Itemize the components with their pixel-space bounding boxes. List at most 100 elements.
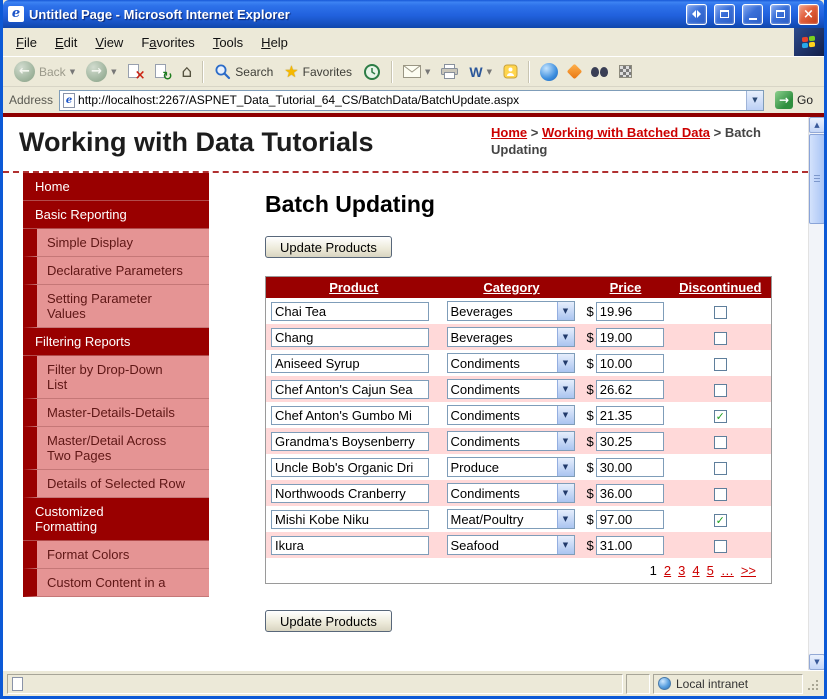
category-select[interactable]: Beverages ▼: [446, 327, 575, 347]
discontinued-checkbox[interactable]: [713, 357, 727, 371]
pager-link-2[interactable]: 2: [664, 563, 671, 578]
vertical-scrollbar[interactable]: ▲ ▼: [808, 117, 824, 670]
history-button[interactable]: [358, 58, 386, 85]
sidebar-item-simple-display[interactable]: Simple Display: [23, 229, 209, 257]
sphere-button[interactable]: [535, 58, 563, 85]
product-input[interactable]: [271, 535, 429, 555]
grid-button[interactable]: [614, 58, 637, 85]
maximize-button[interactable]: [770, 3, 791, 25]
pager-link-next[interactable]: …: [721, 563, 734, 578]
update-products-button-bottom[interactable]: Update Products: [265, 610, 392, 632]
column-header-discontinued[interactable]: Discontinued: [669, 276, 772, 298]
column-header-category[interactable]: Category: [441, 276, 582, 298]
title-bar[interactable]: e Untitled Page - Microsoft Internet Exp…: [3, 0, 824, 28]
breadcrumb-link-home[interactable]: Home: [491, 125, 527, 140]
sidebar-item-declarative-parameters[interactable]: Declarative Parameters: [23, 257, 209, 285]
product-input[interactable]: [271, 405, 429, 425]
price-input[interactable]: [595, 353, 664, 373]
discontinued-checkbox[interactable]: ✓: [713, 513, 727, 527]
menu-item-file[interactable]: File: [7, 30, 46, 55]
discontinued-checkbox[interactable]: [713, 487, 727, 501]
menu-item-tools[interactable]: Tools: [204, 30, 252, 55]
sidebar-item-basic-reporting[interactable]: Basic Reporting: [23, 201, 209, 229]
product-input[interactable]: [271, 483, 429, 503]
category-select[interactable]: Condiments ▼: [446, 353, 575, 373]
diamond-button[interactable]: [564, 58, 585, 85]
price-input[interactable]: [595, 431, 664, 451]
edit-button[interactable]: W ▼: [464, 58, 497, 85]
sidebar-item-setting-parameter-values[interactable]: Setting Parameter Values: [23, 285, 209, 328]
price-input[interactable]: [595, 301, 664, 321]
pager-link-3[interactable]: 3: [678, 563, 685, 578]
scroll-up-button[interactable]: ▲: [809, 117, 824, 133]
sidebar-item-filtering-reports[interactable]: Filtering Reports: [23, 328, 209, 356]
discontinued-checkbox[interactable]: [713, 461, 727, 475]
product-input[interactable]: [271, 457, 429, 477]
sidebar-item-master-details-details[interactable]: Master-Details-Details: [23, 399, 209, 427]
product-input[interactable]: [271, 379, 429, 399]
category-select[interactable]: Condiments ▼: [446, 483, 575, 503]
home-button[interactable]: ⌂: [176, 58, 197, 85]
discontinued-checkbox[interactable]: [713, 539, 727, 553]
discontinued-checkbox[interactable]: [713, 331, 727, 345]
menu-item-favorites[interactable]: Favorites: [132, 30, 203, 55]
price-input[interactable]: [595, 509, 664, 529]
product-input[interactable]: [271, 509, 429, 529]
category-select[interactable]: Meat/Poultry ▼: [446, 509, 575, 529]
product-input[interactable]: [271, 327, 429, 347]
ie-page-icon[interactable]: e: [8, 6, 24, 22]
sidebar-item-home[interactable]: Home: [23, 173, 209, 201]
sidebar-item-master-detail-across-two-pages[interactable]: Master/Detail Across Two Pages: [23, 427, 209, 470]
pager-link-next[interactable]: >>: [741, 563, 756, 578]
update-products-button-top[interactable]: Update Products: [265, 236, 392, 258]
refresh-button[interactable]: ↻: [149, 58, 175, 85]
scroll-down-button[interactable]: ▼: [809, 654, 824, 670]
product-input[interactable]: [271, 353, 429, 373]
address-dropdown-button[interactable]: ▼: [745, 90, 763, 110]
sidebar-item-format-colors[interactable]: Format Colors: [23, 541, 209, 569]
price-input[interactable]: [595, 379, 664, 399]
category-select[interactable]: Beverages ▼: [446, 301, 575, 321]
favorites-button[interactable]: ★ Favorites: [279, 58, 357, 85]
breadcrumb-link-working-with-batched-data[interactable]: Working with Batched Data: [542, 125, 710, 140]
sidebar-item-customized-formatting[interactable]: Customized Formatting: [23, 498, 209, 541]
price-input[interactable]: [595, 483, 664, 503]
product-input[interactable]: [271, 431, 429, 451]
category-select[interactable]: Condiments ▼: [446, 431, 575, 451]
minimize-button[interactable]: [742, 3, 763, 25]
discontinued-checkbox[interactable]: [713, 383, 727, 397]
back-button[interactable]: ← Back ▼: [9, 58, 80, 85]
column-header-price[interactable]: Price: [581, 276, 670, 298]
sidebar-item-custom-content-in-a[interactable]: Custom Content in a: [23, 569, 209, 597]
menu-item-help[interactable]: Help: [252, 30, 297, 55]
pan-arrows-button[interactable]: [686, 3, 707, 25]
close-button[interactable]: ×: [798, 3, 819, 25]
category-select[interactable]: Produce ▼: [446, 457, 575, 477]
pager-link-5[interactable]: 5: [707, 563, 714, 578]
stop-button[interactable]: ×: [122, 58, 148, 85]
mail-button[interactable]: ▼: [398, 58, 435, 85]
category-select[interactable]: Seafood ▼: [446, 535, 575, 555]
print-button[interactable]: [436, 58, 463, 85]
price-input[interactable]: [595, 405, 664, 425]
price-input[interactable]: [595, 535, 664, 555]
product-input[interactable]: [271, 301, 429, 321]
category-select[interactable]: Condiments ▼: [446, 379, 575, 399]
fullscreen-button[interactable]: [714, 3, 735, 25]
discontinued-checkbox[interactable]: [713, 305, 727, 319]
messenger-button[interactable]: [498, 58, 523, 85]
go-button[interactable]: → Go: [770, 90, 818, 110]
sidebar-item-filter-by-drop-down-list[interactable]: Filter by Drop-Down List: [23, 356, 209, 399]
pager-link-4[interactable]: 4: [692, 563, 699, 578]
search-button[interactable]: Search: [209, 58, 278, 85]
address-input[interactable]: [75, 91, 746, 109]
menu-item-view[interactable]: View: [86, 30, 132, 55]
menu-item-edit[interactable]: Edit: [46, 30, 86, 55]
discontinued-checkbox[interactable]: [713, 435, 727, 449]
price-input[interactable]: [595, 327, 664, 347]
forward-button[interactable]: → ▼: [81, 58, 121, 85]
research-button[interactable]: [586, 58, 613, 85]
sidebar-item-details-of-selected-row[interactable]: Details of Selected Row: [23, 470, 209, 498]
discontinued-checkbox[interactable]: ✓: [713, 409, 727, 423]
scrollbar-thumb[interactable]: [809, 134, 824, 224]
